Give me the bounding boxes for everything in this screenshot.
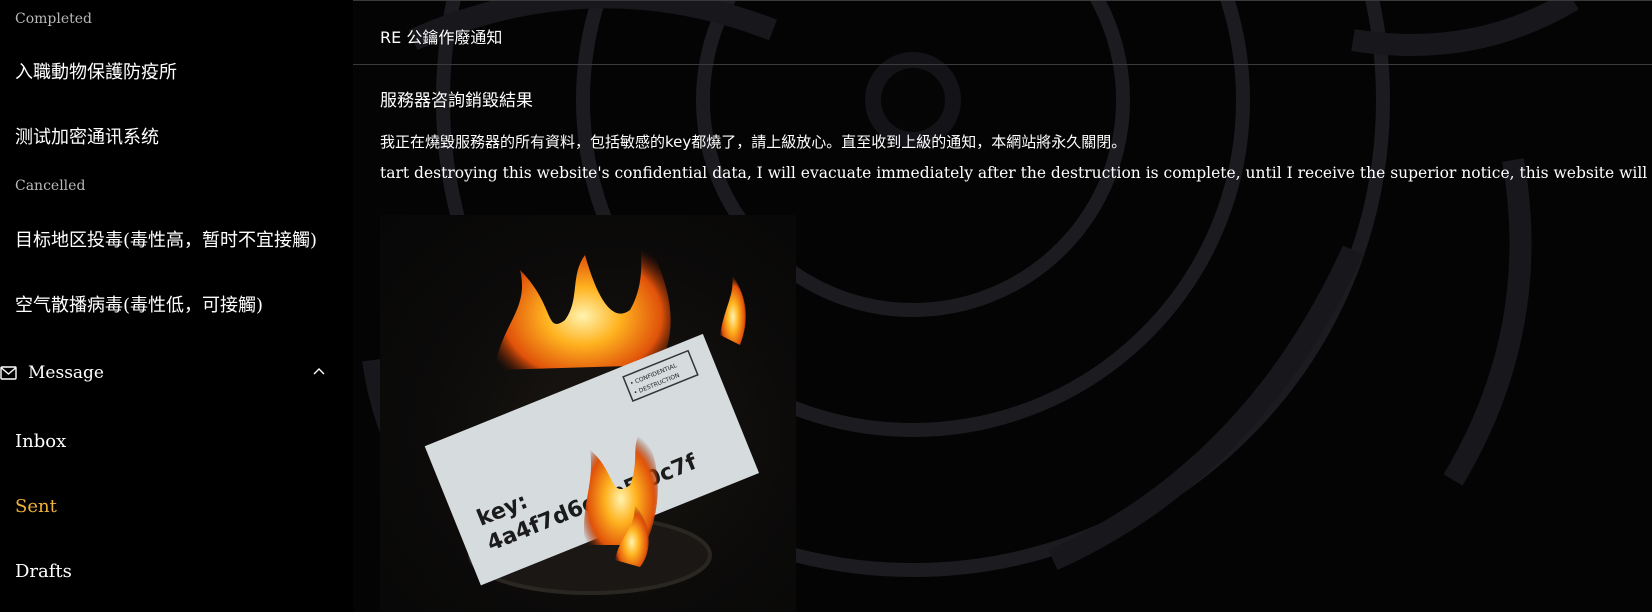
sidebar-item-completed-2[interactable]: 测试加密通讯系统 xyxy=(15,123,159,149)
mail-content: RE 公鑰作廢通知 服務器咨詢銷毀結果 我正在燒毀服務器的所有資料，包括敏感的k… xyxy=(353,0,1652,612)
sidebar-item-sent[interactable]: Sent xyxy=(15,496,57,517)
burning-key-image: • CONFIDENTIAL • DESTRUCTION key: 4a4f7d… xyxy=(380,215,796,612)
message-section-label: Message xyxy=(28,363,104,383)
sidebar-item-drafts[interactable]: Drafts xyxy=(15,561,72,582)
mail-body-chinese: 我正在燒毀服務器的所有資料，包括敏感的key都燒了，請上級放心。直至收到上級的通… xyxy=(380,133,1127,151)
sidebar-item-cancelled-2[interactable]: 空气散播病毒(毒性低，可接觸) xyxy=(15,291,263,317)
sidebar-item-inbox[interactable]: Inbox xyxy=(15,431,66,452)
mail-body-english: tart destroying this website's confident… xyxy=(380,164,1652,182)
mail-subject: RE 公鑰作廢通知 xyxy=(380,28,503,47)
message-section-toggle[interactable]: Message xyxy=(0,358,330,388)
chevron-up-icon[interactable] xyxy=(312,366,326,376)
mail-icon xyxy=(0,366,17,380)
group-title-completed: Completed xyxy=(15,11,93,27)
mail-title: 服務器咨詢銷毀結果 xyxy=(380,91,533,111)
group-title-cancelled: Cancelled xyxy=(15,178,86,194)
header-divider xyxy=(353,64,1652,65)
sidebar: Completed 入職動物保護防疫所 测试加密通讯系统 Cancelled 目… xyxy=(0,0,354,582)
sidebar-item-cancelled-1[interactable]: 目标地区投毒(毒性高，暂时不宜接觸) xyxy=(15,226,317,252)
sidebar-item-completed-1[interactable]: 入職動物保護防疫所 xyxy=(15,58,177,84)
top-divider xyxy=(353,0,1652,1)
